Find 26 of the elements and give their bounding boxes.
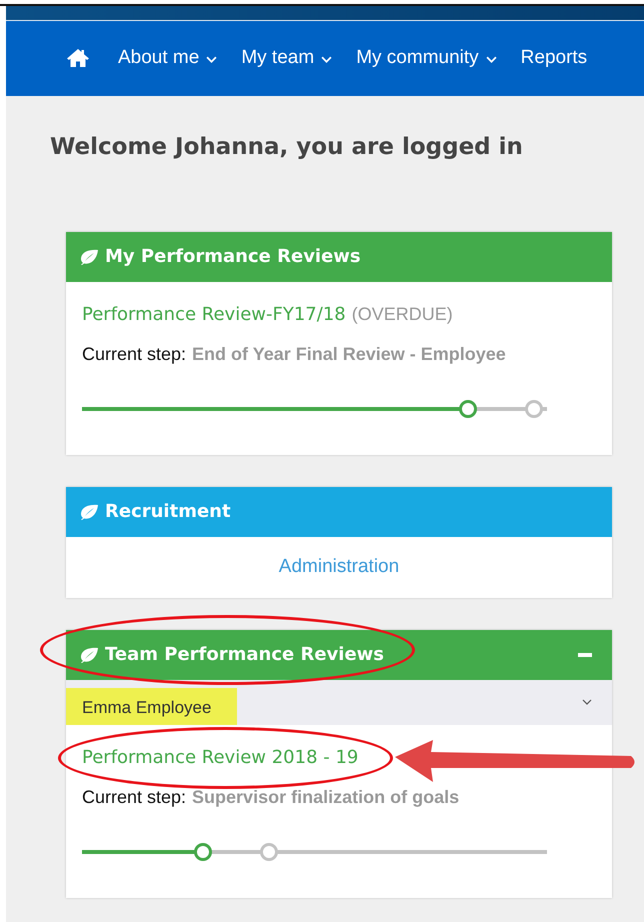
chevron-down-icon [582,698,592,704]
home-icon[interactable] [66,48,90,68]
review-status: (OVERDUE) [352,304,453,324]
employee-select[interactable]: Emma Employee [66,680,612,724]
current-step-marker [458,400,477,418]
nav-menu-item[interactable]: About me [118,47,218,69]
nav-menu-item[interactable]: Reports [520,47,588,69]
card-title: Team Performance Reviews [105,644,384,665]
leaf-icon [79,504,99,520]
current-step-marker [194,842,212,860]
nav-menu-item[interactable]: My community [356,47,497,69]
review-link[interactable]: Performance Review-FY17/18 [82,304,346,324]
welcome-heading: Welcome Johanna, you are logged in [50,134,524,160]
card-title: Recruitment [105,501,231,522]
administration-link[interactable]: Administration [278,556,400,576]
leaf-icon [79,248,99,264]
collapse-icon[interactable] [578,652,592,656]
selected-employee: Emma Employee [66,688,238,724]
leaf-icon [79,646,99,662]
review-link[interactable]: Performance Review 2018 - 19 [82,746,358,768]
current-step: End of Year Final Review - Employee [192,344,506,364]
nav-menu-item[interactable]: My team [241,47,332,69]
step-label: Current step: [82,786,186,808]
current-step: Supervisor finalization of goals [192,786,460,808]
step-label: Current step: [82,344,186,364]
card-title: My Performance Reviews [105,246,361,267]
